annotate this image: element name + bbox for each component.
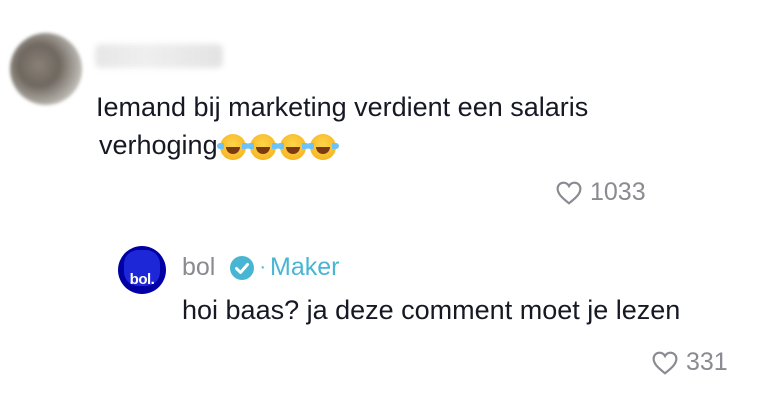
heart-outline-icon — [652, 351, 678, 375]
verified-badge-icon — [230, 255, 255, 280]
reply-username[interactable]: bol — [182, 253, 215, 282]
comment-like-button[interactable]: 1033 — [556, 178, 646, 207]
comment-username-redacted[interactable] — [95, 44, 223, 68]
comment-like-count: 1033 — [590, 178, 646, 206]
badge-separator: · — [259, 256, 267, 278]
reply-like-button[interactable]: 331 — [652, 348, 728, 377]
tears-of-joy-emoji-icon — [246, 133, 279, 160]
comment-text-line2: verhoging — [99, 130, 218, 160]
comment-text: Iemand bij marketing verdient een salari… — [96, 88, 696, 166]
emoji-group — [216, 128, 340, 166]
bol-logo-text: bol. — [129, 271, 155, 288]
tears-of-joy-emoji-icon — [216, 133, 249, 160]
tears-of-joy-emoji-icon — [276, 133, 309, 160]
reply-like-count: 331 — [686, 348, 728, 376]
reply-header: bol · Maker — [182, 253, 340, 282]
tears-of-joy-emoji-icon — [306, 133, 339, 160]
reply-text: hoi baas? ja deze comment moet je lezen — [182, 295, 681, 325]
reply-avatar[interactable]: bol. — [118, 246, 166, 294]
comment-text-line1: Iemand bij marketing verdient een salari… — [96, 92, 589, 122]
comment-avatar[interactable] — [10, 33, 82, 105]
creator-badge-label: Maker — [270, 253, 340, 281]
heart-outline-icon — [556, 181, 582, 205]
